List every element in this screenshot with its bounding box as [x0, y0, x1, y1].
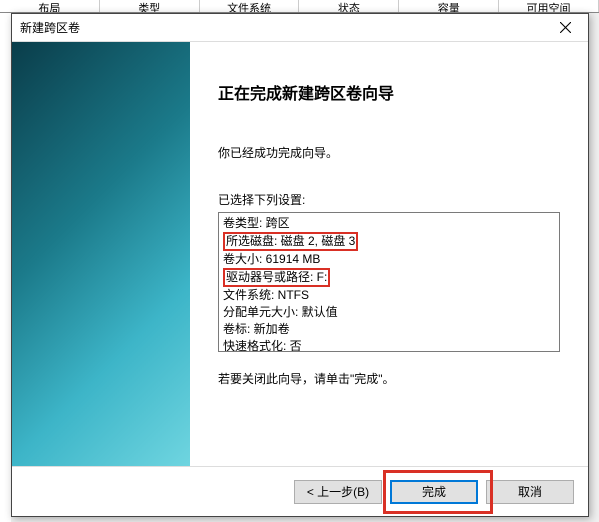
highlight-disks: 所选磁盘: 磁盘 2, 磁盘 3	[223, 232, 358, 251]
settings-row-quickformat: 快速格式化: 否	[223, 338, 555, 352]
background-left-strip	[0, 13, 11, 522]
background-table-header: 布局 类型 文件系统 状态 容量 可用空间	[0, 0, 599, 13]
dialog-body: 正在完成新建跨区卷向导 你已经成功完成向导。 已选择下列设置: 卷类型: 跨区 …	[12, 42, 588, 466]
settings-row-volume-type: 卷类型: 跨区	[223, 215, 555, 232]
success-message: 你已经成功完成向导。	[218, 144, 560, 161]
settings-row-label: 卷标: 新加卷	[223, 321, 555, 338]
settings-row-allocation: 分配单元大小: 默认值	[223, 304, 555, 321]
bg-col: 容量	[399, 0, 499, 12]
wizard-content: 正在完成新建跨区卷向导 你已经成功完成向导。 已选择下列设置: 卷类型: 跨区 …	[190, 42, 588, 466]
wizard-side-graphic	[12, 42, 190, 466]
close-hint: 若要关闭此向导，请单击"完成"。	[218, 370, 560, 387]
settings-row-selected-disks: 所选磁盘: 磁盘 2, 磁盘 3	[223, 232, 555, 251]
cancel-button[interactable]: 取消	[486, 480, 574, 504]
settings-row-drive-letter: 驱动器号或路径: F:	[223, 268, 555, 287]
titlebar: 新建跨区卷	[12, 14, 588, 42]
bg-col: 状态	[299, 0, 399, 12]
wizard-dialog: 新建跨区卷 正在完成新建跨区卷向导 你已经成功完成向导。 已选择下列设置: 卷类…	[11, 13, 589, 517]
settings-label: 已选择下列设置:	[218, 191, 560, 208]
close-icon	[560, 22, 571, 33]
back-button[interactable]: < 上一步(B)	[294, 480, 382, 504]
bg-col: 布局	[0, 0, 100, 12]
bg-col: 类型	[100, 0, 200, 12]
finish-button[interactable]: 完成	[390, 480, 478, 504]
button-row: < 上一步(B) 完成 取消	[12, 466, 588, 516]
settings-row-filesystem: 文件系统: NTFS	[223, 287, 555, 304]
highlight-drive: 驱动器号或路径: F:	[223, 268, 330, 287]
wizard-heading: 正在完成新建跨区卷向导	[218, 80, 560, 104]
dialog-title: 新建跨区卷	[20, 19, 543, 36]
bg-col: 文件系统	[200, 0, 300, 12]
settings-row-volume-size: 卷大小: 61914 MB	[223, 251, 555, 268]
bg-col: 可用空间	[499, 0, 599, 12]
close-button[interactable]	[543, 14, 588, 42]
settings-listbox[interactable]: 卷类型: 跨区 所选磁盘: 磁盘 2, 磁盘 3 卷大小: 61914 MB 驱…	[218, 212, 560, 352]
